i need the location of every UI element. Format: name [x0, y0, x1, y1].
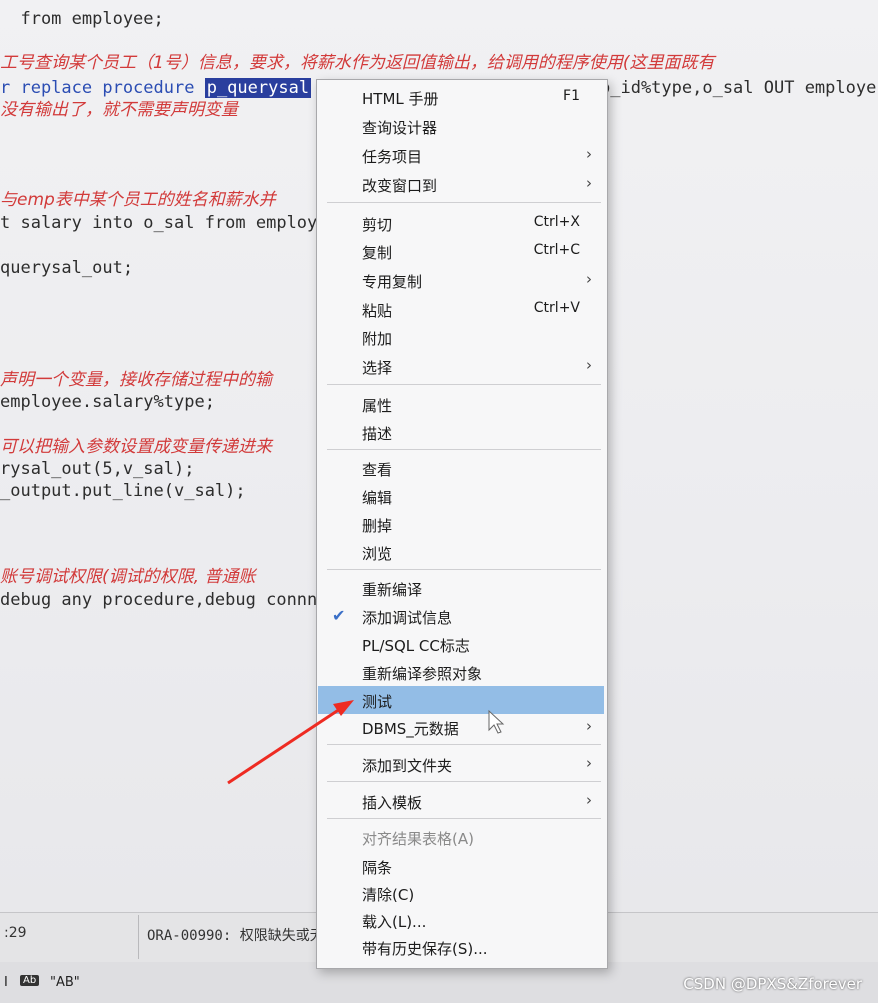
mouse-cursor-icon [488, 709, 505, 734]
